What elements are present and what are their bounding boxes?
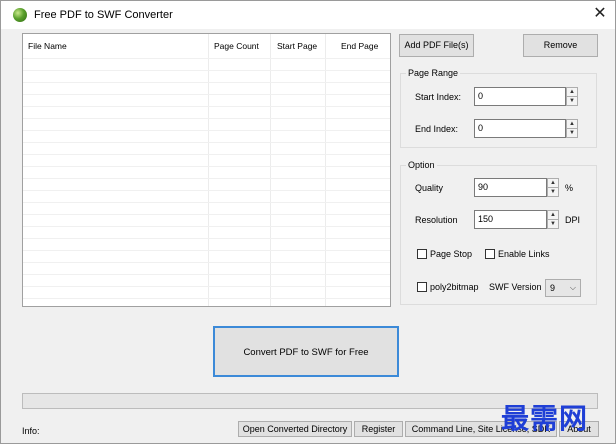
- list-row-line: [23, 238, 390, 239]
- resolution-unit: DPI: [565, 215, 581, 225]
- spin-down-icon[interactable]: ▼: [548, 220, 558, 229]
- list-row-line: [23, 106, 390, 107]
- column-divider: [270, 34, 271, 306]
- register-button[interactable]: Register: [354, 421, 403, 437]
- quality-spinner[interactable]: ▲ ▼: [547, 178, 559, 197]
- page-range-title: Page Range: [406, 68, 461, 78]
- spin-up-icon[interactable]: ▲: [548, 211, 558, 220]
- list-row-line: [23, 154, 390, 155]
- list-row-line: [23, 82, 390, 83]
- open-converted-directory-button[interactable]: Open Converted Directory: [238, 421, 352, 437]
- poly2bitmap-label[interactable]: poly2bitmap: [430, 282, 479, 292]
- page-stop-label[interactable]: Page Stop: [430, 249, 472, 259]
- list-row-line: [23, 118, 390, 119]
- list-row-line: [23, 166, 390, 167]
- swf-version-label: SWF Version: [489, 282, 542, 292]
- start-index-input[interactable]: 0: [474, 87, 566, 106]
- enable-links-checkbox[interactable]: [485, 249, 495, 259]
- list-row-line: [23, 94, 390, 95]
- watermark: 最需网: [501, 402, 589, 435]
- list-row-line: [23, 286, 390, 287]
- end-index-input[interactable]: 0: [474, 119, 566, 138]
- end-index-label: End Index:: [415, 124, 459, 134]
- quality-unit: %: [565, 183, 574, 193]
- enable-links-label[interactable]: Enable Links: [498, 249, 550, 259]
- list-row-line: [23, 250, 390, 251]
- start-index-label: Start Index:: [415, 92, 462, 102]
- info-label: Info:: [22, 426, 40, 436]
- column-divider: [325, 34, 326, 306]
- list-row-line: [23, 274, 390, 275]
- option-title: Option: [406, 160, 437, 170]
- remove-button[interactable]: Remove: [523, 34, 598, 57]
- poly2bitmap-checkbox[interactable]: [417, 282, 427, 292]
- column-header-start-page[interactable]: Start Page: [277, 34, 317, 58]
- add-pdf-files-button[interactable]: Add PDF File(s): [399, 34, 474, 57]
- resolution-label: Resolution: [415, 215, 458, 225]
- title-bar: Free PDF to SWF Converter ✕: [1, 1, 615, 29]
- list-row-line: [23, 298, 390, 299]
- resolution-spinner[interactable]: ▲ ▼: [547, 210, 559, 229]
- list-row-line: [23, 214, 390, 215]
- spin-up-icon[interactable]: ▲: [548, 179, 558, 188]
- list-row-line: [23, 58, 390, 59]
- resolution-input[interactable]: 150: [474, 210, 547, 229]
- spin-up-icon[interactable]: ▲: [567, 88, 577, 97]
- start-index-spinner[interactable]: ▲ ▼: [566, 87, 578, 106]
- swf-version-value: 9: [550, 283, 556, 293]
- list-row-line: [23, 190, 390, 191]
- spin-down-icon[interactable]: ▼: [567, 129, 577, 138]
- column-header-page-count[interactable]: Page Count: [214, 34, 259, 58]
- list-row-line: [23, 142, 390, 143]
- spin-down-icon[interactable]: ▼: [567, 97, 577, 106]
- window-title: Free PDF to SWF Converter: [34, 9, 173, 21]
- spin-down-icon[interactable]: ▼: [548, 188, 558, 197]
- column-divider: [208, 34, 209, 306]
- swf-version-select[interactable]: 9 ⌵: [545, 279, 581, 297]
- column-header-end-page[interactable]: End Page: [341, 34, 378, 58]
- file-list[interactable]: File Name Page Count Start Page End Page: [22, 33, 391, 307]
- list-row-line: [23, 70, 390, 71]
- close-icon[interactable]: ✕: [589, 3, 611, 25]
- convert-button[interactable]: Convert PDF to SWF for Free: [213, 326, 399, 377]
- app-logo-icon: [13, 8, 27, 22]
- quality-input[interactable]: 90: [474, 178, 547, 197]
- list-row-line: [23, 202, 390, 203]
- list-row-line: [23, 226, 390, 227]
- list-row-line: [23, 130, 390, 131]
- list-row-line: [23, 178, 390, 179]
- spin-up-icon[interactable]: ▲: [567, 120, 577, 129]
- page-stop-checkbox[interactable]: [417, 249, 427, 259]
- list-row-line: [23, 262, 390, 263]
- chevron-down-icon: ⌵: [569, 283, 576, 292]
- column-header-file-name[interactable]: File Name: [28, 34, 67, 58]
- quality-label: Quality: [415, 183, 444, 193]
- end-index-spinner[interactable]: ▲ ▼: [566, 119, 578, 138]
- app-window: Free PDF to SWF Converter ✕ File Name Pa…: [0, 0, 616, 444]
